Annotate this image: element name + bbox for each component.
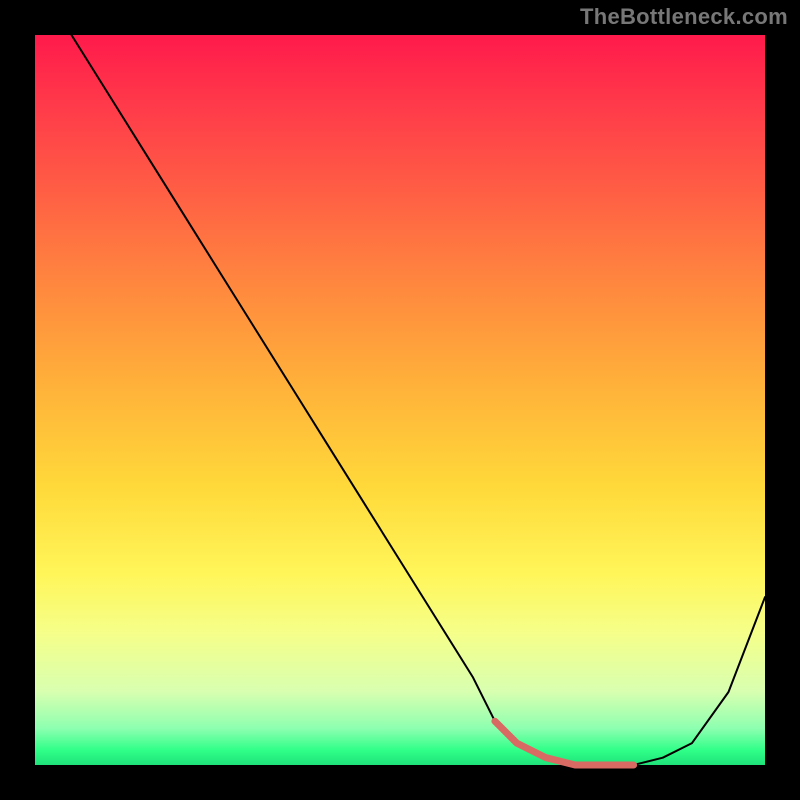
plot-area	[35, 35, 765, 765]
attribution-text: TheBottleneck.com	[580, 4, 788, 30]
curve-svg	[35, 35, 765, 765]
optimal-range-marker	[495, 721, 634, 765]
chart-frame: TheBottleneck.com	[0, 0, 800, 800]
bottleneck-curve	[72, 35, 766, 765]
